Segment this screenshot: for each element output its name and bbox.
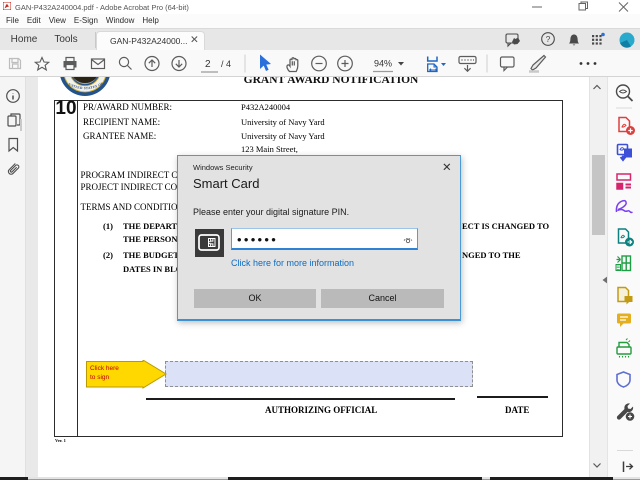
svg-text:/ 4: / 4 bbox=[221, 59, 231, 69]
svg-text:2: 2 bbox=[205, 59, 211, 70]
svg-text:Click here: Click here bbox=[90, 365, 119, 372]
svg-text:94%: 94% bbox=[374, 59, 392, 69]
svg-text:?: ? bbox=[546, 34, 551, 44]
svg-text:to sign: to sign bbox=[90, 374, 110, 381]
